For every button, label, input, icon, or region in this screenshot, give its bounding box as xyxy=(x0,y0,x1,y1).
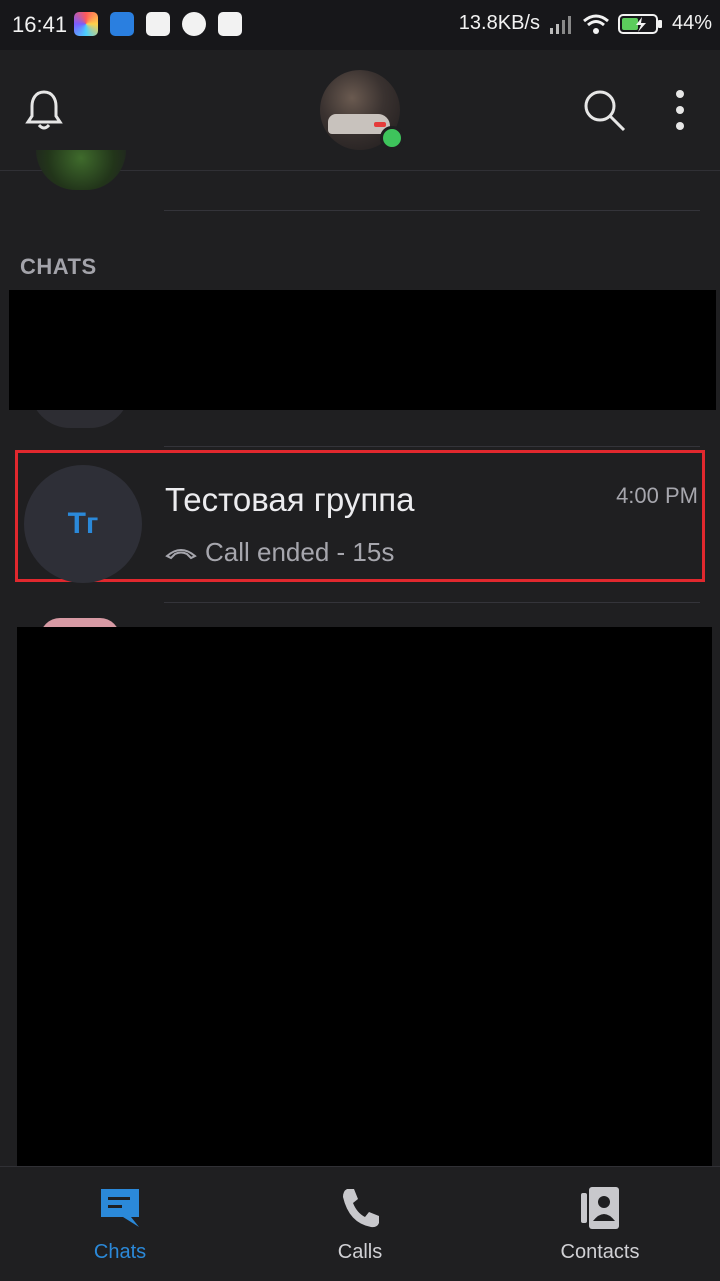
notifications-button[interactable] xyxy=(14,80,74,140)
wifi-icon xyxy=(583,14,609,34)
n-app-icon xyxy=(110,12,134,36)
chat-title: Тестовая группа xyxy=(165,481,415,518)
battery-percent: 44% xyxy=(671,12,712,34)
divider xyxy=(164,210,700,211)
status-bar: 16:41 13.8KB/s 44% xyxy=(0,0,720,50)
nav-label: Contacts xyxy=(560,1241,640,1263)
divider xyxy=(164,602,700,603)
chat-icon xyxy=(101,1189,139,1227)
section-header-chats: CHATS xyxy=(20,254,97,279)
phone-hangup-icon xyxy=(165,548,197,559)
chat-preview: Call ended - 15s xyxy=(165,537,394,568)
contacts-icon xyxy=(581,1187,619,1229)
redacted-block xyxy=(9,290,716,410)
bottom-navigation: Chats Calls Contacts xyxy=(0,1166,720,1281)
redacted-block xyxy=(17,627,712,1167)
drive-icon xyxy=(182,12,206,36)
search-button[interactable] xyxy=(574,80,634,140)
app-notification-icon xyxy=(74,12,98,36)
phone-icon xyxy=(343,1189,379,1228)
nav-label: Chats xyxy=(93,1241,147,1263)
online-status-dot xyxy=(380,126,404,150)
notification-icons xyxy=(74,12,242,36)
search-icon xyxy=(584,90,626,132)
nav-label: Calls xyxy=(337,1241,383,1263)
profile-avatar-button[interactable] xyxy=(320,70,404,150)
nav-chats[interactable]: Chats xyxy=(0,1167,240,1281)
chat-preview-text: Call ended - 15s xyxy=(205,537,395,567)
nav-calls[interactable]: Calls xyxy=(240,1167,480,1281)
chat-avatar: Тг xyxy=(24,465,142,583)
status-time: 16:41 xyxy=(12,12,68,37)
signal-icon xyxy=(549,15,571,34)
more-vertical-icon xyxy=(676,90,684,130)
partial-chat-avatar xyxy=(36,150,126,190)
chat-time: 4:00 PM xyxy=(616,483,698,508)
network-speed: 13.8KB/s xyxy=(458,12,540,34)
battery-icon xyxy=(617,13,662,34)
nav-contacts[interactable]: Contacts xyxy=(480,1167,720,1281)
chat-list-item[interactable]: Тг Тестовая группа 4:00 PM Call ended - … xyxy=(15,450,705,583)
youtube-icon xyxy=(146,12,170,36)
status-right: 13.8KB/s 44% xyxy=(459,12,712,35)
more-options-button[interactable] xyxy=(650,80,710,140)
trash-icon xyxy=(218,12,242,36)
divider xyxy=(164,446,700,447)
bell-icon xyxy=(25,90,63,130)
